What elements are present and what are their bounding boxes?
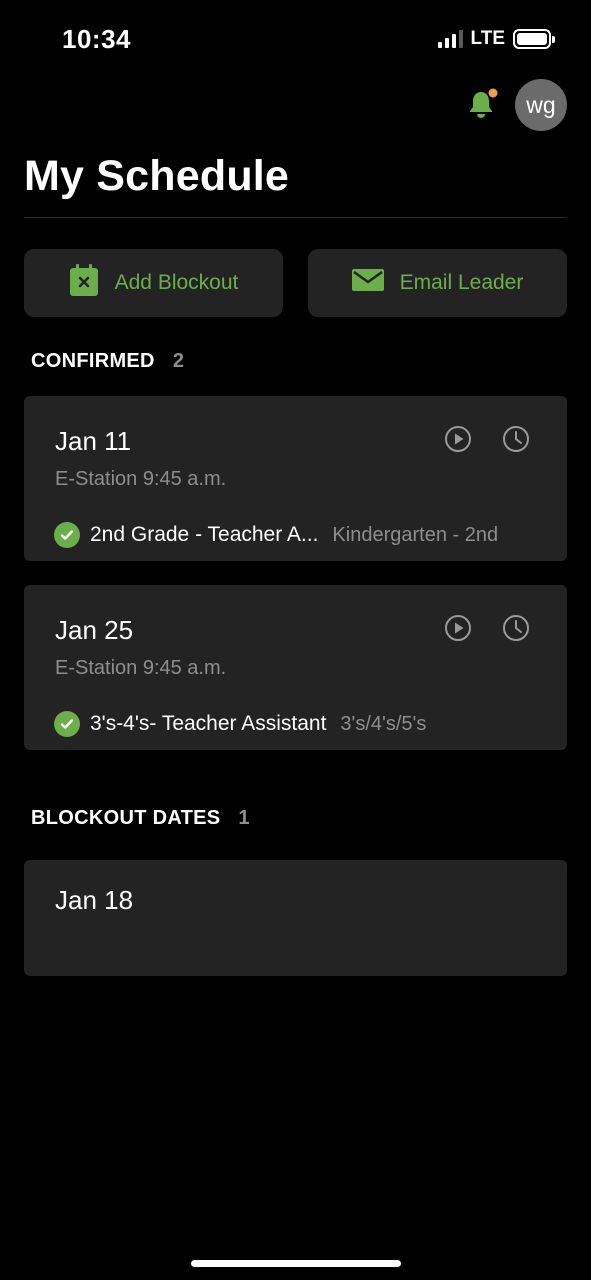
home-indicator[interactable] xyxy=(191,1260,401,1267)
status-time: 10:34 xyxy=(62,24,131,54)
card-date: Jan 25 xyxy=(55,615,134,645)
card-role-row: 3's-4's- Teacher Assistant 3's/4's/5's xyxy=(54,711,426,737)
notifications-bell-icon[interactable] xyxy=(464,86,500,122)
battery-icon xyxy=(513,29,555,49)
role-name: 3's-4's- Teacher Assistant xyxy=(90,712,327,735)
role-team: Kindergarten - 2nd xyxy=(332,523,499,546)
card-role-row: 2nd Grade - Teacher A... Kindergarten - … xyxy=(54,522,498,548)
clock-icon[interactable] xyxy=(502,614,530,642)
blockout-date: Jan 18 xyxy=(55,885,134,915)
status-indicators: LTE xyxy=(437,28,555,50)
blockout-card[interactable]: Jan 18 xyxy=(24,860,567,976)
schedule-card[interactable]: Jan 11 E-Station 9:45 a.m. 2nd Grade - T… xyxy=(24,396,567,561)
role-name: 2nd Grade - Teacher A... xyxy=(90,523,319,546)
email-leader-button[interactable]: Email Leader xyxy=(308,249,567,317)
confirmed-section-header: CONFIRMED 2 xyxy=(31,350,184,373)
calendar-x-icon xyxy=(69,264,99,302)
notification-badge xyxy=(488,88,498,98)
card-location: E-Station 9:45 a.m. xyxy=(55,657,227,679)
email-leader-label: Email Leader xyxy=(399,271,524,294)
schedule-card[interactable]: Jan 25 E-Station 9:45 a.m. 3's-4's- Teac… xyxy=(24,585,567,750)
envelope-icon xyxy=(351,269,384,297)
card-date: Jan 11 xyxy=(55,426,132,456)
play-circle-icon[interactable] xyxy=(444,425,472,453)
section-count: 1 xyxy=(238,807,250,829)
status-bar: 10:34 LTE xyxy=(0,0,591,80)
check-circle-icon xyxy=(54,522,80,548)
add-blockout-label: Add Blockout xyxy=(114,271,239,294)
play-circle-icon[interactable] xyxy=(444,614,472,642)
title-divider xyxy=(24,217,567,218)
section-title: CONFIRMED xyxy=(31,350,155,372)
signal-strength-icon xyxy=(437,30,463,48)
check-circle-icon xyxy=(54,711,80,737)
user-avatar[interactable]: wg xyxy=(515,79,567,131)
blockout-section-header: BLOCKOUT DATES 1 xyxy=(31,807,250,830)
clock-icon[interactable] xyxy=(502,425,530,453)
role-team: 3's/4's/5's xyxy=(340,712,427,735)
card-location: E-Station 9:45 a.m. xyxy=(55,468,227,490)
carrier-label: LTE xyxy=(470,28,505,49)
add-blockout-button[interactable]: Add Blockout xyxy=(24,249,283,317)
section-count: 2 xyxy=(172,350,184,372)
page-title: My Schedule xyxy=(24,152,290,200)
section-title: BLOCKOUT DATES xyxy=(31,807,221,829)
